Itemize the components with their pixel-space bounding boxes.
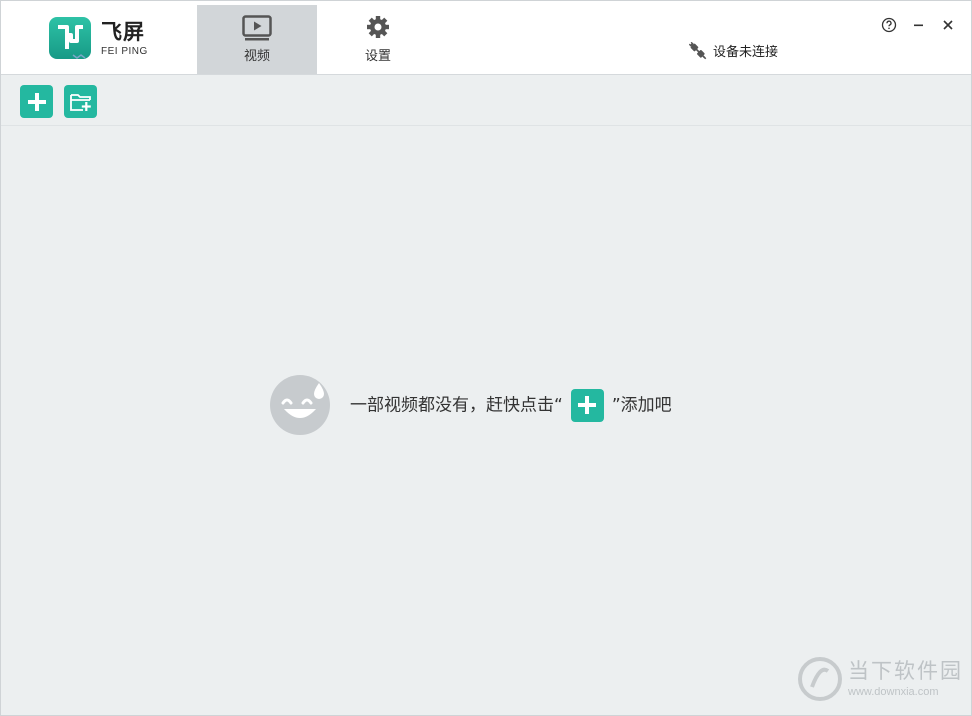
minimize-button[interactable] xyxy=(909,15,929,35)
tab-video-label: 视频 xyxy=(243,49,270,64)
plus-icon xyxy=(27,92,46,111)
sweat-smile-face-icon xyxy=(270,375,330,435)
toolbar xyxy=(1,75,971,126)
device-status-label: 设备未连接 xyxy=(713,45,779,60)
device-connection-status[interactable]: 设备未连接 xyxy=(689,41,778,60)
inline-add-video-button[interactable] xyxy=(570,388,604,422)
help-icon xyxy=(881,17,897,33)
tab-settings-label: 设置 xyxy=(364,49,391,64)
watermark-logo-icon xyxy=(798,657,842,701)
fei-ping-logo-icon xyxy=(49,17,91,59)
watermark-text: 当下软件园 xyxy=(848,658,963,683)
watermark: 当下软件园 www.downxia.com xyxy=(798,657,963,701)
empty-message: 一部视频都没有，赶快点击“ ”添加吧 xyxy=(350,388,672,422)
tab-video[interactable]: 视频 xyxy=(197,5,317,74)
quote-close: ” xyxy=(611,395,621,415)
folder-plus-icon xyxy=(69,93,91,111)
video-icon xyxy=(242,15,272,41)
quote-open: “ xyxy=(554,395,563,415)
app-window: 飞屏 FEI PING 视频 设置 设备未连接 一部视频都没有，赶快点击“ ”添… xyxy=(0,0,972,716)
tab-settings[interactable]: 设置 xyxy=(318,5,438,74)
disconnected-plug-icon xyxy=(689,41,707,59)
watermark-url: www.downxia.com xyxy=(848,685,939,698)
empty-state: 一部视频都没有，赶快点击“ ”添加吧 xyxy=(270,375,672,435)
empty-message-text: 一部视频都没有，赶快点击 xyxy=(350,395,554,415)
add-video-button[interactable] xyxy=(20,85,53,118)
plus-icon xyxy=(578,396,597,414)
app-name: 飞屏 xyxy=(101,19,145,44)
close-icon xyxy=(943,20,953,30)
close-button[interactable] xyxy=(938,15,958,35)
app-name-en: FEI PING xyxy=(101,45,148,57)
gear-icon xyxy=(367,16,389,38)
app-logo: 飞屏 FEI PING xyxy=(47,17,148,61)
add-folder-button[interactable] xyxy=(64,85,97,118)
minimize-icon xyxy=(914,24,923,27)
empty-message-suffix: 添加吧 xyxy=(620,395,672,415)
help-button[interactable] xyxy=(879,15,899,35)
title-bar: 飞屏 FEI PING 视频 设置 设备未连接 xyxy=(1,1,971,75)
